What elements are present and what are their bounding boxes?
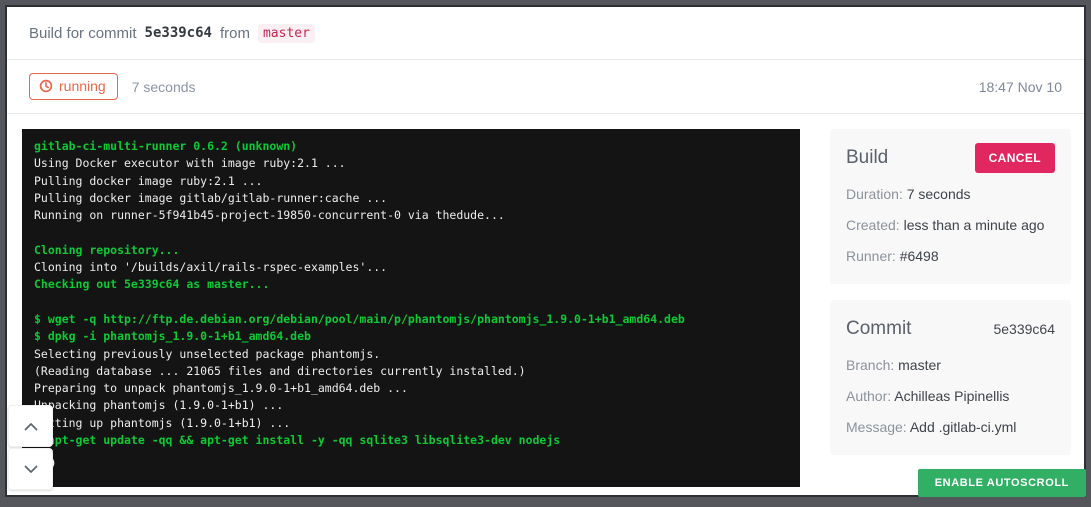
content-area: gitlab-ci-multi-runner 0.6.2 (unknown)Us…: [7, 114, 1084, 487]
terminal-line: $ dpkg -i phantomjs_1.9.0-1+b1_amd64.deb: [34, 328, 788, 345]
commit-panel-header: Commit 5e339c64: [846, 314, 1055, 344]
status-badge: running: [29, 73, 118, 100]
chevron-up-icon: [24, 419, 38, 434]
terminal-line: Cloning into '/builds/axil/rails-rspec-e…: [34, 259, 788, 276]
info-label: Message:: [846, 419, 910, 435]
info-row: Duration: 7 seconds: [846, 185, 1055, 204]
info-row: Branch: master: [846, 356, 1055, 375]
scroll-to-top-button[interactable]: [8, 405, 53, 447]
info-value: less than a minute ago: [904, 217, 1045, 233]
info-row: Message: Add .gitlab-ci.yml: [846, 418, 1055, 437]
terminal-line: Running on runner-5f941b45-project-19850…: [34, 207, 788, 224]
info-label: Author:: [846, 388, 894, 404]
terminal-line: [34, 224, 788, 241]
info-label: Created:: [846, 217, 904, 233]
commit-panel: Commit 5e339c64 Branch: masterAuthor: Ac…: [830, 300, 1071, 455]
status-timestamp: 18:47 Nov 10: [979, 79, 1062, 95]
info-label: Duration:: [846, 186, 907, 202]
enable-autoscroll-button[interactable]: ENABLE AUTOSCROLL: [918, 469, 1086, 497]
cancel-button[interactable]: CANCEL: [975, 143, 1055, 173]
info-row: Created: less than a minute ago: [846, 216, 1055, 235]
commit-panel-title: Commit: [846, 318, 911, 340]
terminal-line: (Reading database ... 21065 files and di…: [34, 363, 788, 380]
branch-ref-link[interactable]: master: [258, 24, 315, 43]
terminal-line: Pulling docker image gitlab/gitlab-runne…: [34, 190, 788, 207]
terminal-line: Selecting previously unselected package …: [34, 346, 788, 363]
build-panel: Build CANCEL Duration: 7 secondsCreated:…: [830, 129, 1071, 284]
info-label: Runner:: [846, 248, 900, 264]
commit-panel-sha[interactable]: 5e339c64: [993, 321, 1055, 337]
page-header: Build for commit 5e339c64 from master: [7, 7, 1084, 60]
terminal-line: $ wget -q http://ftp.de.debian.org/debia…: [34, 311, 788, 328]
clock-icon: [39, 79, 53, 93]
refresh-spinner-icon: [36, 452, 788, 479]
info-value: Add .gitlab-ci.yml: [910, 419, 1017, 435]
status-label: running: [59, 78, 106, 94]
info-label: Branch:: [846, 357, 898, 373]
terminal-line: [34, 294, 788, 311]
scroll-to-bottom-button[interactable]: [8, 448, 53, 490]
terminal-line: gitlab-ci-multi-runner 0.6.2 (unknown): [34, 138, 788, 155]
commit-sha-link[interactable]: 5e339c64: [145, 25, 212, 41]
terminal-line: Unpacking phantomjs (1.9.0-1+b1) ...: [34, 397, 788, 414]
status-bar: running 7 seconds 18:47 Nov 10: [7, 60, 1084, 114]
header-prefix: Build for commit: [29, 25, 137, 42]
info-value: 7 seconds: [907, 186, 971, 202]
info-row: Runner: #6498: [846, 247, 1055, 266]
terminal-line: Checking out 5e339c64 as master...: [34, 276, 788, 293]
build-panel-header: Build CANCEL: [846, 143, 1055, 173]
build-panel-title: Build: [846, 147, 888, 169]
terminal-output: gitlab-ci-multi-runner 0.6.2 (unknown)Us…: [34, 138, 788, 449]
terminal-line: Using Docker executor with image ruby:2.…: [34, 155, 788, 172]
terminal-line: Cloning repository...: [34, 242, 788, 259]
build-info-rows: Duration: 7 secondsCreated: less than a …: [846, 185, 1055, 266]
info-value: Achilleas Pipinellis: [894, 388, 1009, 404]
terminal-line: $ apt-get update -qq && apt-get install …: [34, 432, 788, 449]
build-page: Build for commit 5e339c64 from master ru…: [5, 5, 1086, 497]
window-frame: Build for commit 5e339c64 from master ru…: [0, 0, 1091, 507]
chevron-down-icon: [24, 462, 38, 477]
sidebar: Build CANCEL Duration: 7 secondsCreated:…: [830, 129, 1071, 455]
build-trace-terminal[interactable]: gitlab-ci-multi-runner 0.6.2 (unknown)Us…: [22, 129, 800, 487]
terminal-line: Setting up phantomjs (1.9.0-1+b1) ...: [34, 415, 788, 432]
header-from-label: from: [220, 25, 250, 42]
info-value: #6498: [900, 248, 939, 264]
terminal-line: Pulling docker image ruby:2.1 ...: [34, 173, 788, 190]
commit-info-rows: Branch: masterAuthor: Achilleas Pipinell…: [846, 356, 1055, 437]
terminal-line: Preparing to unpack phantomjs_1.9.0-1+b1…: [34, 380, 788, 397]
info-value: master: [898, 357, 941, 373]
info-row: Author: Achilleas Pipinellis: [846, 387, 1055, 406]
status-elapsed: 7 seconds: [132, 79, 196, 95]
